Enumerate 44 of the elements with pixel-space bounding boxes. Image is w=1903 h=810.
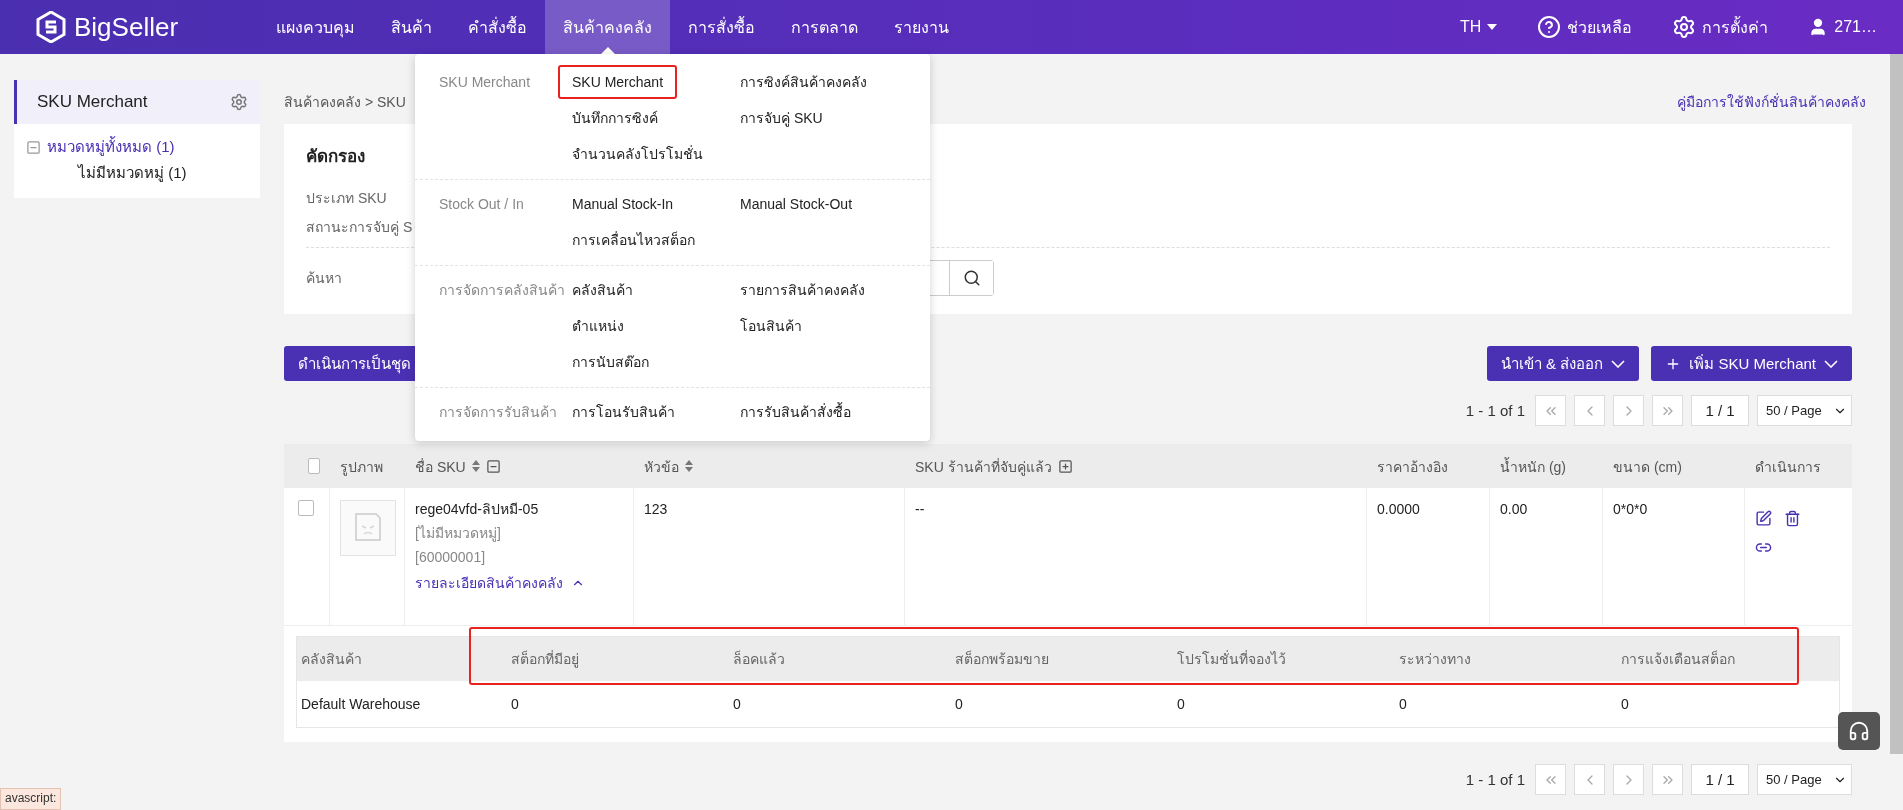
brand-logo: BigSeller xyxy=(74,11,179,43)
table-cell-text: Default Warehouse xyxy=(300,696,422,712)
table-cell-text: 0 xyxy=(955,696,964,712)
table-cell-text: 0 xyxy=(511,696,520,712)
column-header: ล็อคแล้ว xyxy=(733,649,786,669)
column-header: น้ำหนัก (g) xyxy=(1500,456,1566,477)
table-cell-text: 0 xyxy=(1177,696,1186,712)
menu-group-title: SKU Merchant xyxy=(439,73,532,92)
search-label: ค้นหา xyxy=(306,269,342,288)
table-cell-text: -- xyxy=(915,500,926,518)
menu-group-title: การจัดการคลังสินค้า xyxy=(439,281,566,300)
sidebar-title: SKU Merchant xyxy=(37,92,148,112)
column-header: โปรโมชั่นที่จองไว้ xyxy=(1177,649,1287,669)
table-cell-text: 0 xyxy=(733,696,742,712)
menu-group-title: Stock Out / In xyxy=(439,195,525,214)
filter-label: ประเภท SKU xyxy=(306,189,387,208)
page-summary: 1 - 1 of 1 xyxy=(1465,771,1525,788)
column-header: สต็อกพร้อมขาย xyxy=(955,649,1050,669)
column-header: การแจ้งเตือนสต็อก xyxy=(1621,649,1736,669)
status-bar: avascript: xyxy=(0,788,62,810)
table-cell-text: 0*0*0 xyxy=(1613,500,1649,518)
filter-label: สถานะการจับคู่ S xyxy=(306,218,413,238)
column-header: ดำเนินการ xyxy=(1755,458,1821,477)
table-cell-text: 0 xyxy=(1399,696,1408,712)
sku-category: [ไม่มีหมวดหมู่] xyxy=(415,524,502,542)
column-header: ระหว่างทาง xyxy=(1399,650,1472,669)
column-header: หัวข้อ xyxy=(644,458,679,477)
table-cell-text: 0 xyxy=(1621,696,1630,712)
column-header: SKU ร้านค้าที่จับคู่แล้ว xyxy=(915,457,1052,478)
column-header: สต็อกที่มีอยู่ xyxy=(511,649,580,670)
table-cell-text: 123 xyxy=(644,500,669,518)
sku-name: rege04vfd-ลิปหมี-05 xyxy=(415,500,540,518)
sku-code: [60000001] xyxy=(415,548,487,566)
column-header: ชื่อ SKU xyxy=(415,457,466,477)
table-cell-text: 0.00 xyxy=(1500,500,1529,518)
column-header: ขนาด (cm) xyxy=(1613,458,1682,477)
menu-group-title: การจัดการรับสินค้า xyxy=(439,403,558,422)
filter-title: คัดกรอง xyxy=(306,146,365,168)
column-header: รูปภาพ xyxy=(340,458,383,478)
column-header: ราคาอ้างอิง xyxy=(1377,458,1448,477)
column-header: คลังสินค้า xyxy=(300,650,363,669)
breadcrumb: สินค้าคงคลัง > SKU xyxy=(284,93,406,112)
table-cell-text: 0.0000 xyxy=(1377,500,1421,518)
page-summary: 1 - 1 of 1 xyxy=(1465,402,1525,419)
